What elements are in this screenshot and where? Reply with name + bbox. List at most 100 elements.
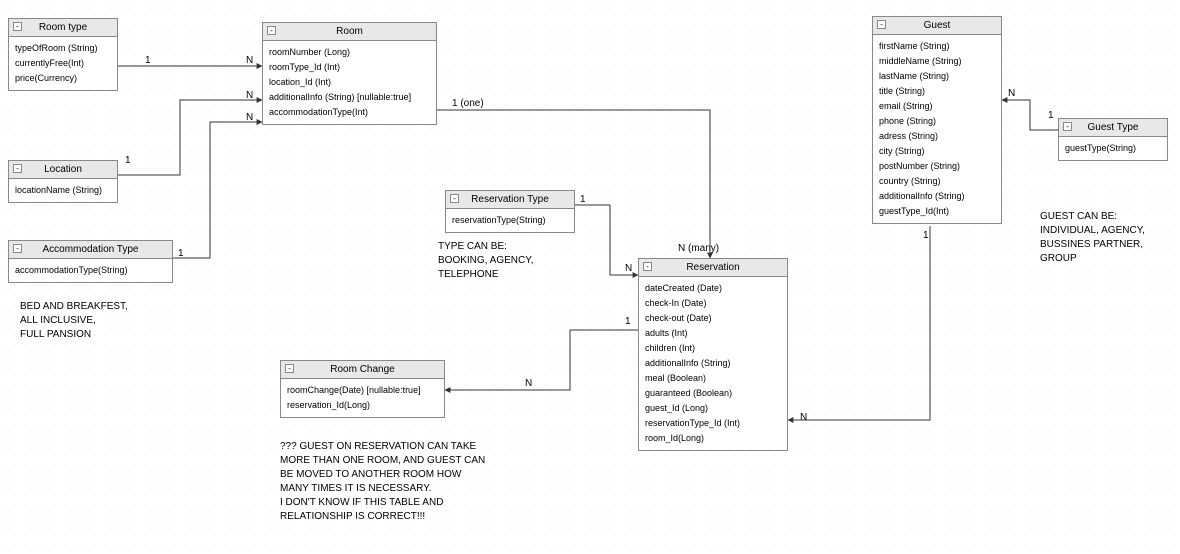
- attr: children (Int): [645, 341, 781, 356]
- entity-title: Guest: [924, 20, 951, 31]
- entity-room: - Room roomNumber (Long) roomType_Id (In…: [262, 22, 437, 125]
- card-label: N: [800, 412, 807, 423]
- card-label: N: [246, 112, 253, 123]
- card-label: 1: [1048, 110, 1054, 121]
- connectors-svg: [0, 0, 1180, 554]
- attr: reservationType_Id (Int): [645, 416, 781, 431]
- entity-title: Guest Type: [1088, 122, 1139, 133]
- entity-body: firstName (String) middleName (String) l…: [873, 35, 1001, 223]
- attr: roomChange(Date) [nullable:true]: [287, 383, 438, 398]
- attr: location_Id (Int): [269, 75, 430, 90]
- attr: additionalInfo (String): [879, 189, 995, 204]
- entity-title: Room type: [39, 22, 87, 33]
- entity-room-type: - Room type typeOfRoom (String) currentl…: [8, 18, 118, 91]
- note-accommodation: BED AND BREAKFEST, ALL INCLUSIVE, FULL P…: [20, 300, 128, 342]
- entity-header: - Room Change: [281, 361, 444, 379]
- attr: middleName (String): [879, 54, 995, 69]
- entity-guest: - Guest firstName (String) middleName (S…: [872, 16, 1002, 224]
- entity-title: Reservation: [686, 262, 739, 273]
- attr: phone (String): [879, 114, 995, 129]
- attr: guestType_Id(Int): [879, 204, 995, 219]
- note-room-change: ??? GUEST ON RESERVATION CAN TAKE MORE T…: [280, 440, 485, 524]
- collapse-icon[interactable]: -: [285, 364, 294, 373]
- attr: additionalInfo (String): [645, 356, 781, 371]
- attr: check-In (Date): [645, 296, 781, 311]
- entity-header: - Room: [263, 23, 436, 41]
- entity-body: locationName (String): [9, 179, 117, 202]
- attr: additionalInfo (String) [nullable:true]: [269, 90, 430, 105]
- card-label: 1 (one): [452, 98, 484, 109]
- note-guest-type: GUEST CAN BE: INDIVIDUAL, AGENCY, BUSSIN…: [1040, 210, 1145, 266]
- attr: reservationType(String): [452, 213, 568, 228]
- attr: price(Currency): [15, 71, 111, 86]
- attr: accommodationType(String): [15, 263, 166, 278]
- entity-title: Room Change: [330, 364, 394, 375]
- card-label: 1: [178, 248, 184, 259]
- attr: guest_Id (Long): [645, 401, 781, 416]
- entity-header: - Accommodation Type: [9, 241, 172, 259]
- attr: dateCreated (Date): [645, 281, 781, 296]
- attr: lastName (String): [879, 69, 995, 84]
- collapse-icon[interactable]: -: [13, 22, 22, 31]
- card-label: 1: [625, 316, 631, 327]
- attr: title (String): [879, 84, 995, 99]
- entity-title: Accommodation Type: [43, 244, 139, 255]
- attr: reservation_Id(Long): [287, 398, 438, 413]
- entity-reservation: - Reservation dateCreated (Date) check-I…: [638, 258, 788, 451]
- entity-location: - Location locationName (String): [8, 160, 118, 203]
- card-label: N: [625, 263, 632, 274]
- collapse-icon[interactable]: -: [643, 262, 652, 271]
- card-label: N: [246, 55, 253, 66]
- attr: email (String): [879, 99, 995, 114]
- collapse-icon[interactable]: -: [13, 164, 22, 173]
- entity-body: dateCreated (Date) check-In (Date) check…: [639, 277, 787, 450]
- collapse-icon[interactable]: -: [13, 244, 22, 253]
- card-label: N: [246, 90, 253, 101]
- attr: locationName (String): [15, 183, 111, 198]
- entity-body: roomChange(Date) [nullable:true] reserva…: [281, 379, 444, 417]
- attr: postNumber (String): [879, 159, 995, 174]
- entity-header: - Guest: [873, 17, 1001, 35]
- entity-body: typeOfRoom (String) currentlyFree(Int) p…: [9, 37, 117, 90]
- entity-title: Location: [44, 164, 82, 175]
- entity-title: Reservation Type: [471, 194, 549, 205]
- attr: roomNumber (Long): [269, 45, 430, 60]
- entity-reservation-type: - Reservation Type reservationType(Strin…: [445, 190, 575, 233]
- card-label: 1: [145, 55, 151, 66]
- attr: country (String): [879, 174, 995, 189]
- attr: check-out (Date): [645, 311, 781, 326]
- card-label: 1: [923, 230, 929, 241]
- collapse-icon[interactable]: -: [877, 20, 886, 29]
- entity-body: reservationType(String): [446, 209, 574, 232]
- collapse-icon[interactable]: -: [450, 194, 459, 203]
- attr: adress (String): [879, 129, 995, 144]
- entity-header: - Reservation: [639, 259, 787, 277]
- entity-body: guestType(String): [1059, 137, 1167, 160]
- attr: city (String): [879, 144, 995, 159]
- collapse-icon[interactable]: -: [267, 26, 276, 35]
- attr: accommodationType(Int): [269, 105, 430, 120]
- entity-accommodation-type: - Accommodation Type accommodationType(S…: [8, 240, 173, 283]
- entity-body: accommodationType(String): [9, 259, 172, 282]
- entity-header: - Reservation Type: [446, 191, 574, 209]
- entity-header: - Room type: [9, 19, 117, 37]
- entity-header: - Guest Type: [1059, 119, 1167, 137]
- attr: adults (Int): [645, 326, 781, 341]
- card-label: 1: [580, 194, 586, 205]
- entity-body: roomNumber (Long) roomType_Id (Int) loca…: [263, 41, 436, 124]
- card-label: N: [1008, 88, 1015, 99]
- attr: roomType_Id (Int): [269, 60, 430, 75]
- attr: meal (Boolean): [645, 371, 781, 386]
- entity-guest-type: - Guest Type guestType(String): [1058, 118, 1168, 161]
- collapse-icon[interactable]: -: [1063, 122, 1072, 131]
- attr: guestType(String): [1065, 141, 1161, 156]
- card-label: N: [525, 378, 532, 389]
- attr: guaranteed (Boolean): [645, 386, 781, 401]
- entity-room-change: - Room Change roomChange(Date) [nullable…: [280, 360, 445, 418]
- entity-title: Room: [336, 26, 363, 37]
- attr: firstName (String): [879, 39, 995, 54]
- attr: typeOfRoom (String): [15, 41, 111, 56]
- card-label: 1: [125, 155, 131, 166]
- attr: room_Id(Long): [645, 431, 781, 446]
- card-label: N (many): [678, 243, 719, 254]
